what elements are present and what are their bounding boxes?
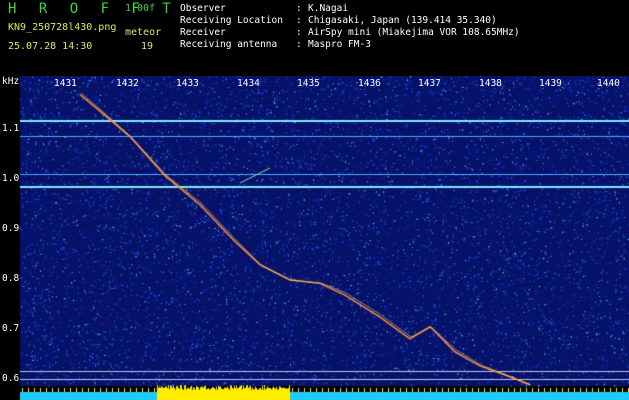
y-tick-label: 0.9 <box>2 223 20 234</box>
x-tick-label: 1439 <box>539 78 562 89</box>
meteor-label: meteor <box>125 27 162 38</box>
x-tick-label: 1433 <box>176 78 199 89</box>
x-tick-label: 1435 <box>297 78 320 89</box>
info-receiver: Receiver: AirSpy mini (Miakejima VOR 108.… <box>180 27 520 38</box>
x-tick-label: 1431 <box>54 78 77 89</box>
y-tick-label: 0.6 <box>2 373 20 384</box>
info-location: Receiving Location: Chigasaki, Japan (139… <box>180 15 497 26</box>
spectrogram <box>0 76 629 400</box>
y-unit-label: kHz <box>2 76 20 87</box>
meteor-count: 19 <box>141 41 154 52</box>
x-tick-label: 1438 <box>479 78 502 89</box>
y-tick-label: 0.7 <box>2 323 20 334</box>
x-tick-label: 1440 <box>597 78 620 89</box>
x-tick-label: 1437 <box>418 78 441 89</box>
y-tick-label: 1.0 <box>2 173 20 184</box>
y-tick-label: 0.8 <box>2 273 20 284</box>
x-tick-label: 1436 <box>358 78 381 89</box>
x-tick-label: 1432 <box>116 78 139 89</box>
info-antenna: Receiving antenna: Maspro FM-3 <box>180 39 371 50</box>
version-label: 1.00f <box>125 3 156 14</box>
filename-label: KN9_250728l430.png <box>8 22 117 33</box>
x-tick-label: 1434 <box>237 78 260 89</box>
datetime-label: 25.07.28 14:30 <box>8 41 93 52</box>
info-observer: Observer: K.Nagai <box>180 3 349 14</box>
y-tick-label: 1.1 <box>2 123 20 134</box>
